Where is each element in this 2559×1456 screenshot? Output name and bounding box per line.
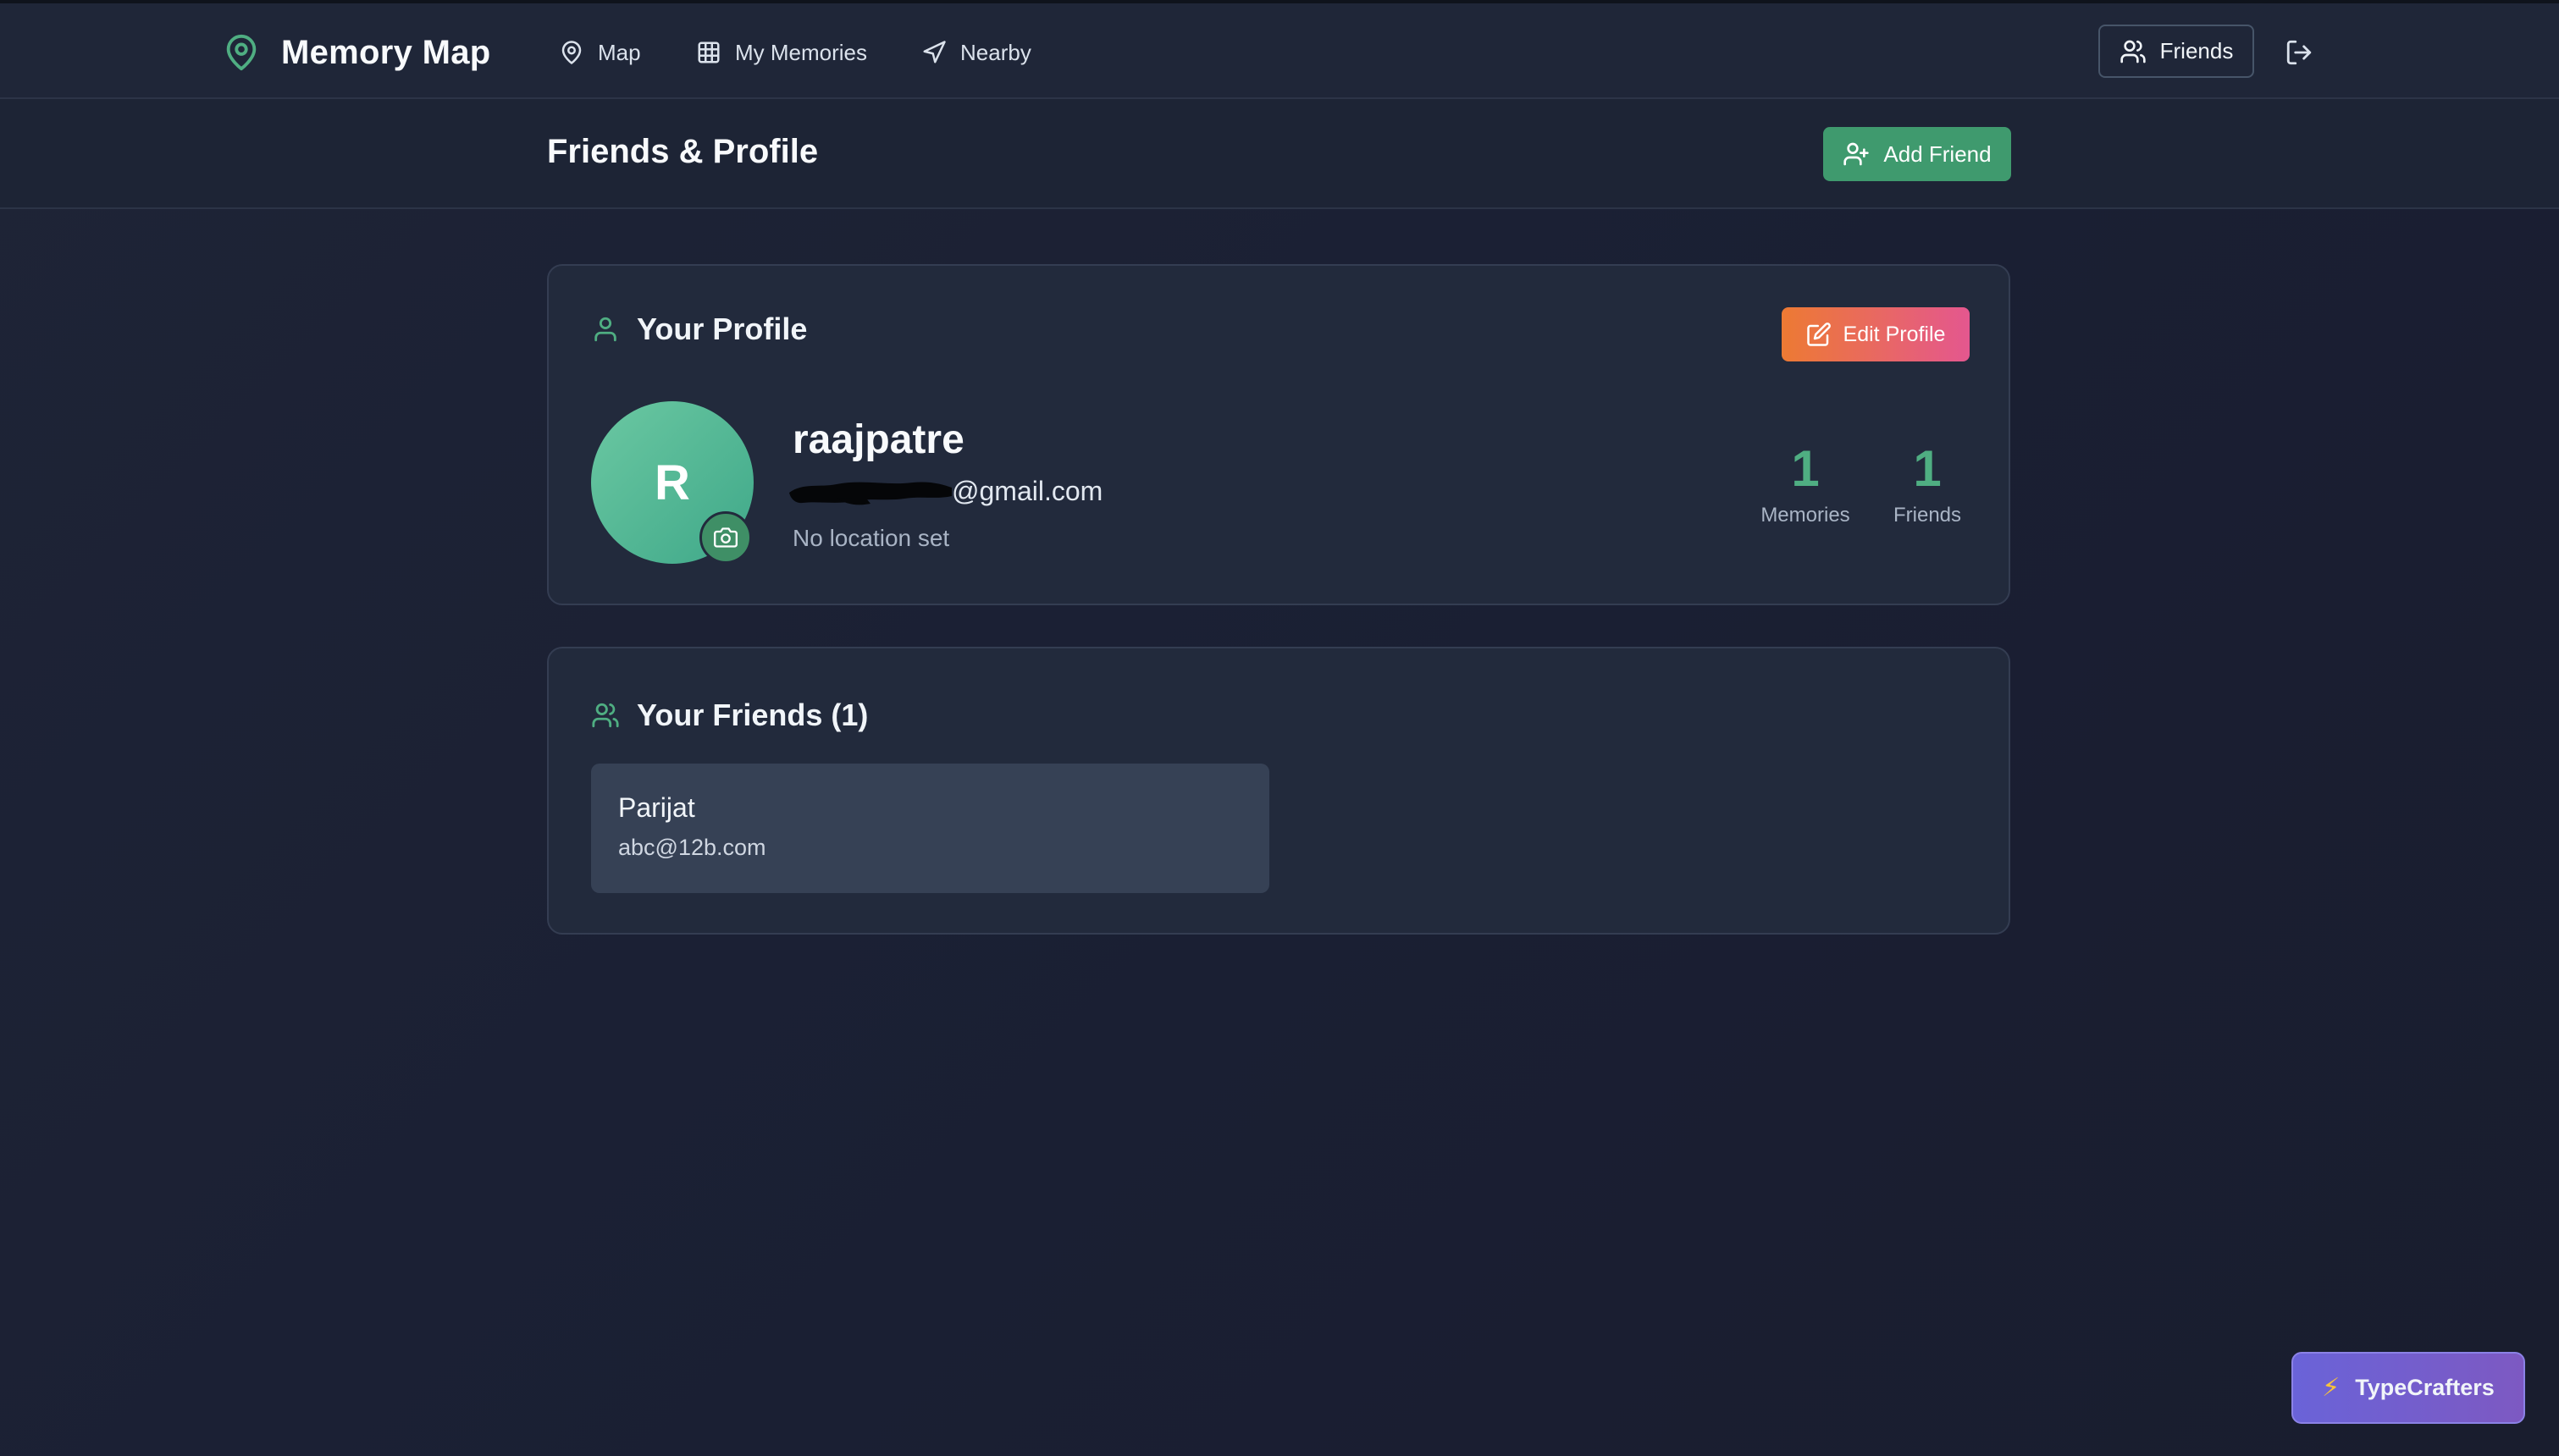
edit-icon	[1806, 323, 1831, 346]
users-icon	[2120, 40, 2146, 63]
typecrafters-badge[interactable]: ⚡ TypeCrafters	[2291, 1352, 2525, 1424]
map-pin-icon	[226, 35, 257, 71]
add-friend-label: Add Friend	[1883, 141, 1992, 167]
nav-nearby[interactable]: Nearby	[921, 36, 1031, 69]
avatar-initial: R	[655, 455, 690, 510]
friends-stat: 1 Friends	[1885, 439, 1970, 527]
friends-button-label: Friends	[2159, 38, 2234, 63]
friends-count: 1	[1913, 440, 1942, 497]
profile-email: @gmail.com	[786, 470, 1103, 512]
grid-icon	[698, 41, 720, 63]
page-header: Friends & Profile Add Friend	[0, 99, 2559, 209]
nav-my-memories[interactable]: My Memories	[696, 36, 867, 69]
camera-icon	[714, 527, 738, 548]
map-pin-icon	[561, 41, 582, 64]
friends-heading: Your Friends (1)	[591, 698, 868, 733]
user-icon	[594, 317, 616, 342]
profile-heading-label: Your Profile	[637, 312, 808, 346]
friend-list-item[interactable]: Parijat abc@12b.com	[591, 764, 1269, 893]
navigation-icon	[923, 41, 946, 63]
profile-email-text: @gmail.com	[952, 475, 1103, 506]
friend-email: abc@12b.com	[618, 835, 766, 860]
friends-button[interactable]: Friends	[2098, 25, 2254, 78]
profile-heading: Your Profile	[591, 312, 807, 347]
change-photo-button[interactable]	[699, 511, 752, 564]
profile-location: No location set	[793, 525, 950, 551]
memories-stat: 1 Memories	[1755, 439, 1856, 527]
memories-count: 1	[1791, 440, 1820, 497]
log-out-icon[interactable]	[2285, 38, 2313, 67]
typecrafters-label: TypeCrafters	[2355, 1375, 2495, 1400]
users-icon	[592, 703, 619, 728]
top-navbar: Memory Map Map My Memories Nearby Friend…	[0, 3, 2559, 99]
friends-heading-label: Your Friends (1)	[637, 698, 869, 732]
edit-profile-label: Edit Profile	[1843, 322, 1946, 346]
friend-name: Parijat	[618, 792, 695, 823]
profile-username: raajpatre	[793, 417, 964, 462]
brand[interactable]: Memory Map	[222, 30, 491, 74]
memories-label: Memories	[1760, 504, 1850, 527]
page-title: Friends & Profile	[547, 133, 819, 170]
nav-map[interactable]: Map	[559, 36, 641, 69]
friends-card: Your Friends (1) Parijat abc@12b.com	[547, 647, 2010, 935]
app-title: Memory Map	[281, 33, 491, 71]
add-friend-button[interactable]: Add Friend	[1823, 127, 2011, 181]
profile-card: Your Profile Edit Profile R raajpatre @g…	[547, 264, 2010, 605]
edit-profile-button[interactable]: Edit Profile	[1782, 307, 1970, 361]
user-plus-icon	[1843, 142, 1870, 166]
lightning-icon: ⚡	[2322, 1374, 2341, 1402]
nav-nearby-label: Nearby	[960, 39, 1031, 65]
friends-label: Friends	[1893, 504, 1962, 527]
redaction-mark	[789, 482, 952, 505]
nav-map-label: Map	[598, 39, 641, 65]
nav-my-memories-label: My Memories	[735, 39, 868, 65]
